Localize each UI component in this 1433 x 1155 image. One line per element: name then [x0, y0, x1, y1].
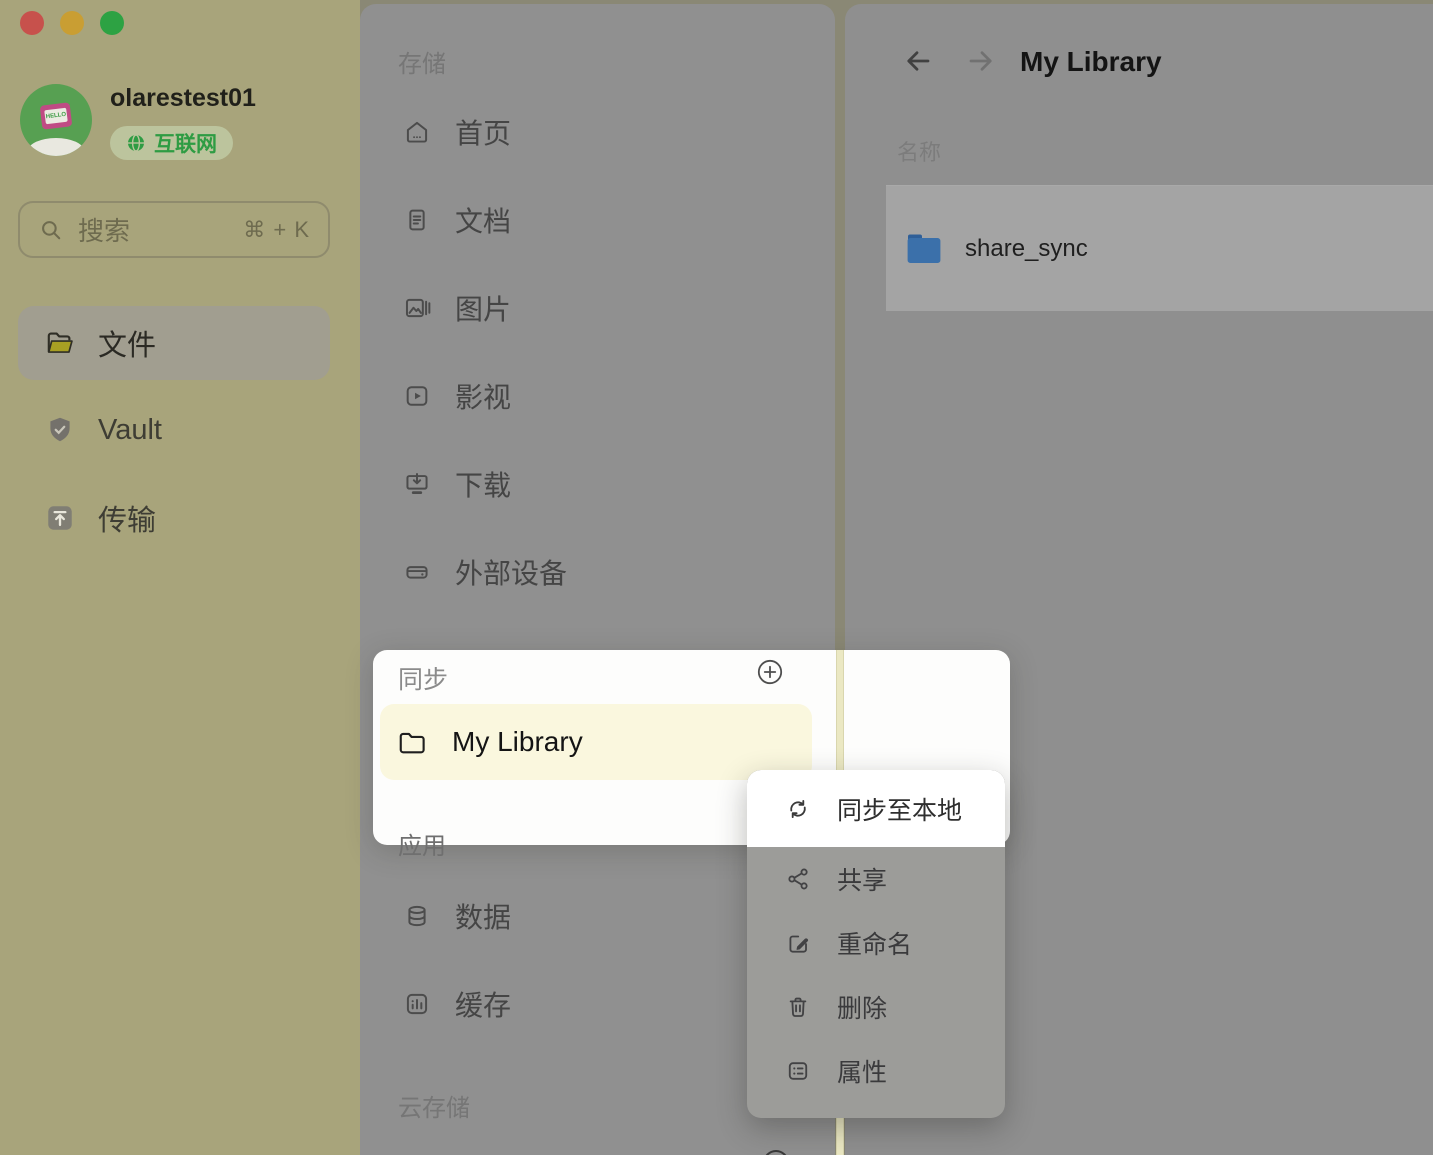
forward-arrow-icon[interactable]: [966, 46, 996, 76]
menu-item-properties[interactable]: 属性: [747, 1039, 1005, 1103]
nav-item-label: 缓存: [455, 984, 511, 1024]
nav-item-documents[interactable]: 文档: [403, 192, 511, 248]
folder-icon: [396, 727, 426, 757]
nav-item-downloads[interactable]: 下载: [403, 456, 511, 512]
document-icon: [403, 206, 431, 234]
nav-item-label: 外部设备: [455, 552, 567, 592]
add-sync-library-button[interactable]: [756, 658, 784, 686]
back-arrow-icon[interactable]: [903, 46, 933, 76]
nav-item-videos[interactable]: 影视: [403, 368, 511, 424]
file-row[interactable]: share_sync: [886, 186, 1433, 311]
nav-item-label: 影视: [455, 376, 511, 416]
database-icon: [403, 902, 431, 930]
minimize-window-button[interactable]: [60, 11, 84, 35]
column-header-name[interactable]: 名称: [897, 135, 941, 167]
nav-item-label: 首页: [455, 112, 511, 152]
nav-item-label: 图片: [455, 288, 511, 328]
menu-item-share[interactable]: 共享: [747, 847, 1005, 911]
nav-item-home[interactable]: 首页: [403, 104, 511, 160]
network-status-badge: 互联网: [110, 126, 233, 160]
search-input[interactable]: 搜索 ⌘ + K: [18, 201, 330, 258]
sidebar-item-files[interactable]: 文件: [18, 306, 330, 380]
cache-chart-icon: [403, 990, 431, 1018]
section-apps: 应用: [398, 826, 446, 861]
avatar-tv-head: HELLO: [40, 102, 73, 129]
properties-icon: [785, 1058, 811, 1084]
page-title: My Library: [1020, 46, 1162, 78]
context-menu: 同步至本地 共享 重命名 删除: [747, 770, 1005, 1118]
section-storage: 存储: [398, 44, 446, 79]
avatar-hello-text: HELLO: [44, 108, 68, 125]
nav-item-label: 文档: [455, 200, 511, 240]
maximize-window-button[interactable]: [100, 11, 124, 35]
section-sync: 同步: [398, 660, 448, 696]
sidebar-item-label: 文件: [98, 322, 156, 364]
home-icon: [403, 118, 431, 146]
sidebar-item-label: Vault: [98, 414, 162, 447]
sidebar-item-vault[interactable]: Vault: [18, 393, 330, 467]
file-name: share_sync: [965, 235, 1088, 263]
files-app-window: HELLO olarestest01 互联网 搜索 ⌘ + K 文件: [0, 0, 1433, 1155]
upload-icon: [44, 502, 76, 534]
pictures-icon: [403, 294, 431, 322]
shield-check-icon: [44, 414, 76, 446]
video-icon: [403, 382, 431, 410]
sidebar-item-transfer[interactable]: 传输: [18, 481, 330, 555]
nav-item-my-library[interactable]: My Library: [380, 704, 812, 780]
nav-item-cache[interactable]: 缓存: [403, 976, 511, 1032]
search-shortcut: ⌘ + K: [243, 217, 310, 243]
external-drive-icon: [403, 558, 431, 586]
folder-blue-icon: [903, 228, 945, 270]
menu-item-delete[interactable]: 删除: [747, 975, 1005, 1039]
nav-item-external-devices[interactable]: 外部设备: [403, 544, 567, 600]
menu-item-label: 重命名: [837, 925, 912, 961]
nav-item-pictures[interactable]: 图片: [403, 280, 511, 336]
download-icon: [403, 470, 431, 498]
section-cloud-storage: 云存储: [398, 1088, 470, 1123]
network-badge-label: 互联网: [154, 128, 217, 158]
avatar[interactable]: HELLO: [20, 84, 92, 156]
sidebar-item-label: 传输: [98, 497, 156, 539]
menu-item-label: 删除: [837, 989, 887, 1025]
nav-item-data[interactable]: 数据: [403, 888, 511, 944]
cloud-item-partial-icon: [763, 1150, 789, 1155]
avatar-body: [28, 138, 84, 156]
nav-item-label: 数据: [455, 896, 511, 936]
search-icon: [38, 217, 64, 243]
trash-icon: [785, 994, 811, 1020]
menu-item-label: 属性: [837, 1053, 887, 1089]
left-sidebar: HELLO olarestest01 互联网 搜索 ⌘ + K 文件: [0, 0, 360, 1155]
menu-item-label: 同步至本地: [837, 791, 962, 827]
globe-icon: [126, 133, 146, 153]
sync-icon: [785, 796, 811, 822]
my-library-label: My Library: [452, 726, 583, 758]
menu-item-label: 共享: [837, 861, 887, 897]
menu-item-sync-to-local[interactable]: 同步至本地: [747, 770, 1005, 847]
folder-open-icon: [44, 327, 76, 359]
username: olarestest01: [110, 84, 256, 113]
menu-item-rename[interactable]: 重命名: [747, 911, 1005, 975]
search-placeholder: 搜索: [78, 211, 229, 248]
share-icon: [785, 866, 811, 892]
close-window-button[interactable]: [20, 11, 44, 35]
rename-icon: [785, 930, 811, 956]
nav-item-label: 下载: [455, 464, 511, 504]
